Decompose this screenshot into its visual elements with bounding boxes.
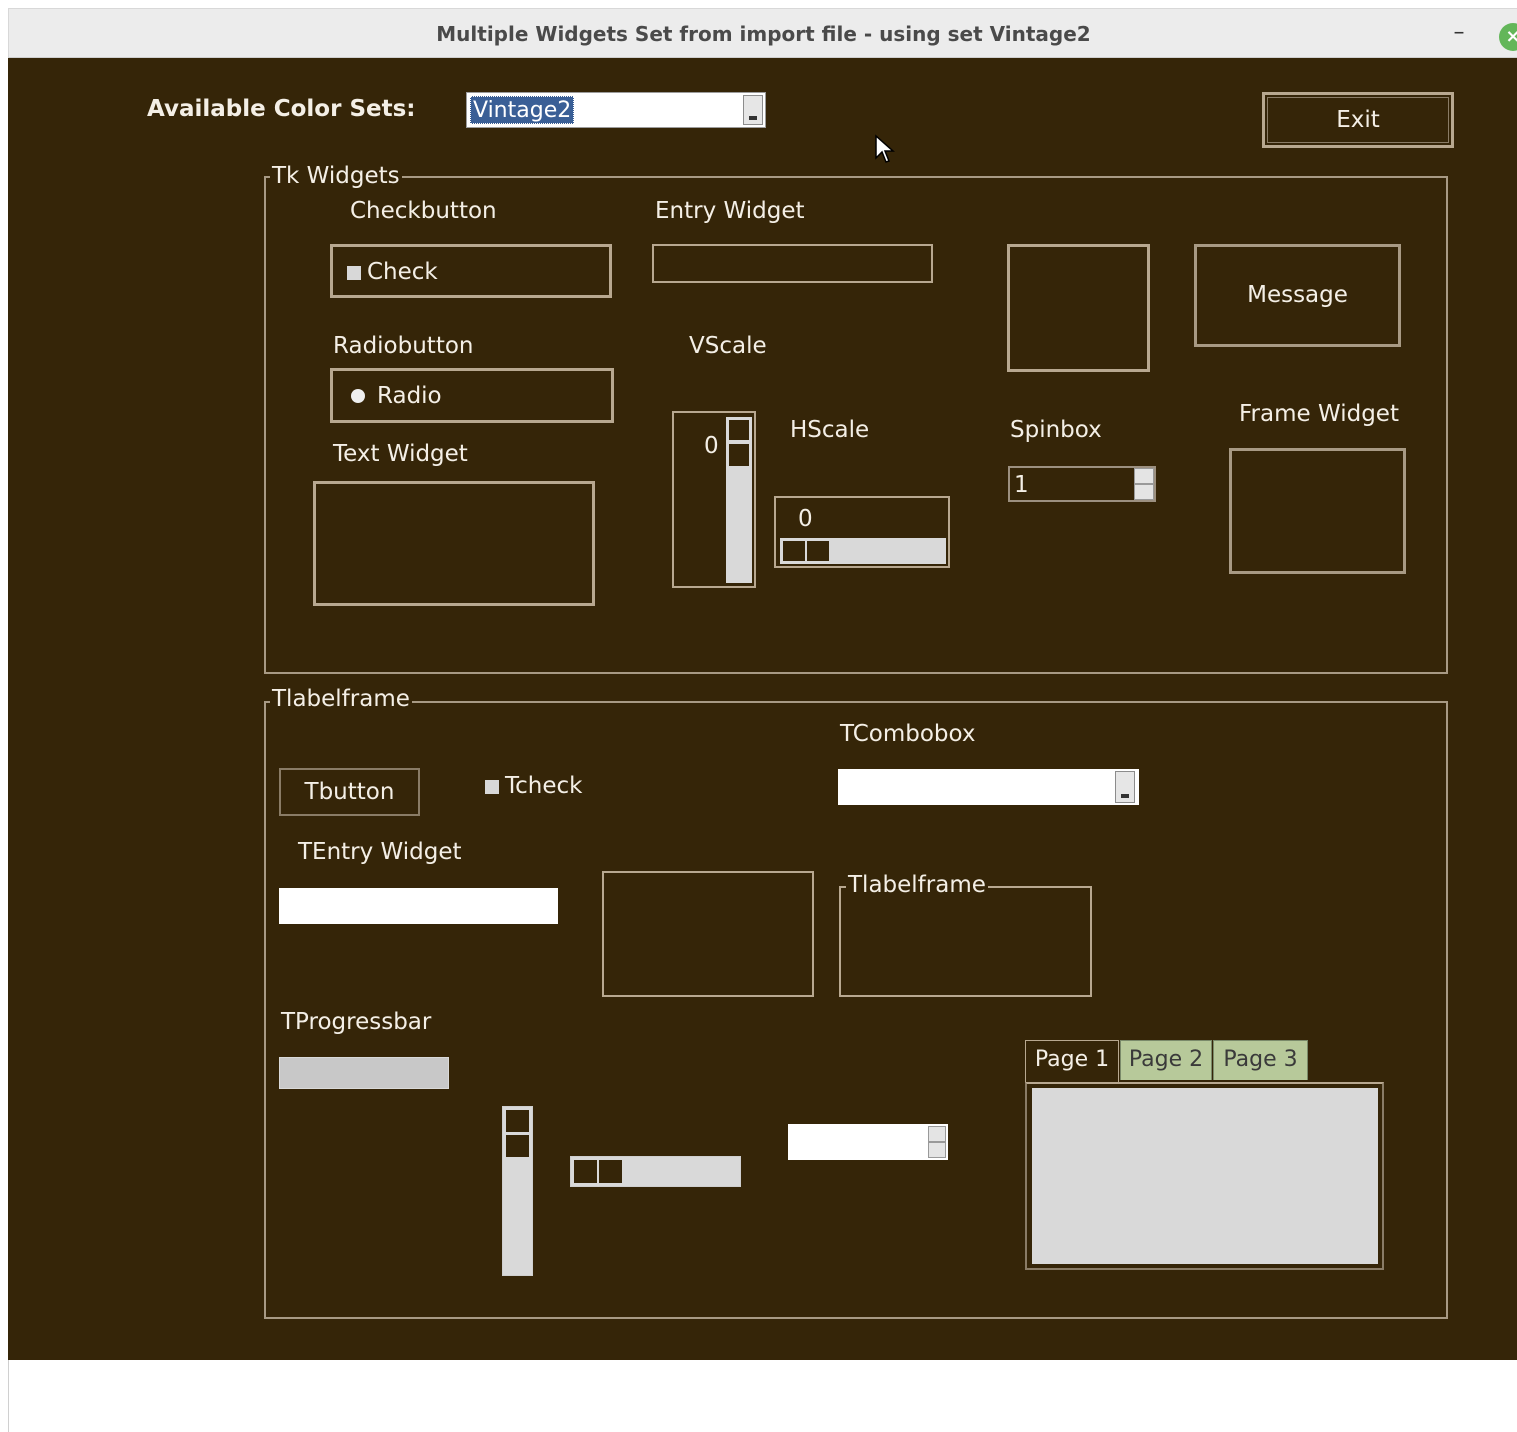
window-title: Multiple Widgets Set from import file - … [436, 22, 1091, 46]
frame-widget-label: Frame Widget [1239, 401, 1399, 427]
hscale-thumb-right[interactable] [806, 540, 830, 562]
window-bottom-area [8, 1360, 1517, 1432]
vscale-thumb-top[interactable] [728, 419, 750, 441]
message-text: Message [1247, 282, 1348, 308]
check-text: Check [367, 259, 438, 285]
entry-widget[interactable] [652, 244, 933, 283]
hscale-label: HScale [790, 417, 870, 443]
tbutton[interactable]: Tbutton [279, 768, 420, 816]
notebook-body [1025, 1082, 1384, 1270]
radiobutton-label: Radiobutton [333, 333, 474, 359]
ttk-hscale-thumb-left[interactable] [573, 1159, 598, 1184]
tcheck[interactable]: Tcheck [485, 772, 582, 800]
color-set-combobox[interactable]: Vintage2 [466, 92, 766, 128]
tspinbox[interactable] [788, 1124, 948, 1160]
tentry-label: TEntry Widget [298, 839, 462, 865]
tframe [602, 871, 814, 997]
hscale[interactable]: 0 [774, 496, 950, 568]
tprogressbar-label: TProgressbar [281, 1009, 432, 1035]
text-widget-label: Text Widget [333, 441, 468, 467]
tk-widgets-legend: Tk Widgets [270, 162, 402, 190]
vscale-thumb-bottom[interactable] [728, 443, 750, 467]
exit-label: Exit [1336, 107, 1380, 133]
tcheck-box-icon [485, 780, 499, 794]
radiobutton[interactable]: Radio [330, 368, 614, 423]
tprogressbar [279, 1057, 449, 1089]
spinbox-label: Spinbox [1010, 417, 1102, 443]
message-widget: Message [1194, 244, 1401, 347]
inner-tlabelframe [839, 886, 1092, 997]
spin-down-icon[interactable] [1134, 484, 1154, 500]
chevron-down-icon[interactable] [1115, 771, 1135, 803]
tab-page-3-label: Page 3 [1223, 1047, 1298, 1072]
hscale-trough [780, 538, 946, 564]
ttk-hscale[interactable] [570, 1156, 741, 1187]
spin-up-icon[interactable] [928, 1126, 946, 1142]
color-set-value: Vintage2 [470, 96, 575, 124]
ttk-labelframe-legend: Tlabelframe [270, 685, 412, 713]
checkbutton-label: Checkbutton [350, 198, 497, 224]
spin-down-icon[interactable] [928, 1142, 946, 1158]
exit-button[interactable]: Exit [1262, 92, 1454, 148]
ttk-vscale[interactable] [502, 1106, 533, 1276]
tcheck-text: Tcheck [505, 773, 583, 799]
radio-text: Radio [377, 383, 442, 409]
tab-page-3[interactable]: Page 3 [1213, 1040, 1308, 1080]
checkbutton[interactable]: Check [330, 244, 612, 298]
frame-widget [1229, 448, 1406, 574]
tab-page-2[interactable]: Page 2 [1120, 1040, 1212, 1080]
tab-page-2-label: Page 2 [1128, 1047, 1204, 1072]
chevron-down-icon[interactable] [743, 95, 763, 125]
tab-page-1[interactable]: Page 1 [1025, 1040, 1119, 1084]
vscale-trough [726, 417, 752, 583]
hscale-thumb-left[interactable] [782, 540, 806, 562]
hscale-value: 0 [798, 506, 813, 532]
ttk-hscale-thumb-right[interactable] [598, 1159, 623, 1184]
tab-page-1-label: Page 1 [1034, 1047, 1110, 1072]
color-sets-label: Available Color Sets: [147, 96, 416, 122]
vscale-label: VScale [689, 333, 767, 359]
canvas-widget [1007, 244, 1150, 372]
spinbox[interactable]: 1 [1008, 466, 1156, 502]
vscale[interactable]: 0 [672, 411, 756, 588]
spin-up-icon[interactable] [1134, 468, 1154, 484]
tcombobox-label: TCombobox [840, 721, 976, 747]
spinbox-value: 1 [1014, 472, 1029, 498]
entry-widget-label: Entry Widget [655, 198, 805, 224]
inner-tlabelframe-legend: Tlabelframe [846, 871, 988, 899]
tcombobox[interactable] [838, 769, 1139, 805]
ttk-vscale-thumb-top[interactable] [505, 1109, 530, 1133]
vscale-value: 0 [704, 433, 719, 459]
text-widget[interactable] [313, 481, 595, 606]
checkbox-icon [347, 266, 361, 280]
minimize-button[interactable]: – [1441, 15, 1477, 51]
ttk-vscale-thumb-bottom[interactable] [505, 1134, 530, 1158]
cursor-icon [875, 134, 895, 163]
notebook-page-1-content [1032, 1088, 1378, 1264]
radio-icon [351, 389, 365, 403]
window-titlebar: Multiple Widgets Set from import file - … [8, 8, 1517, 58]
tbutton-label: Tbutton [304, 779, 395, 805]
tentry-widget[interactable] [279, 888, 558, 924]
